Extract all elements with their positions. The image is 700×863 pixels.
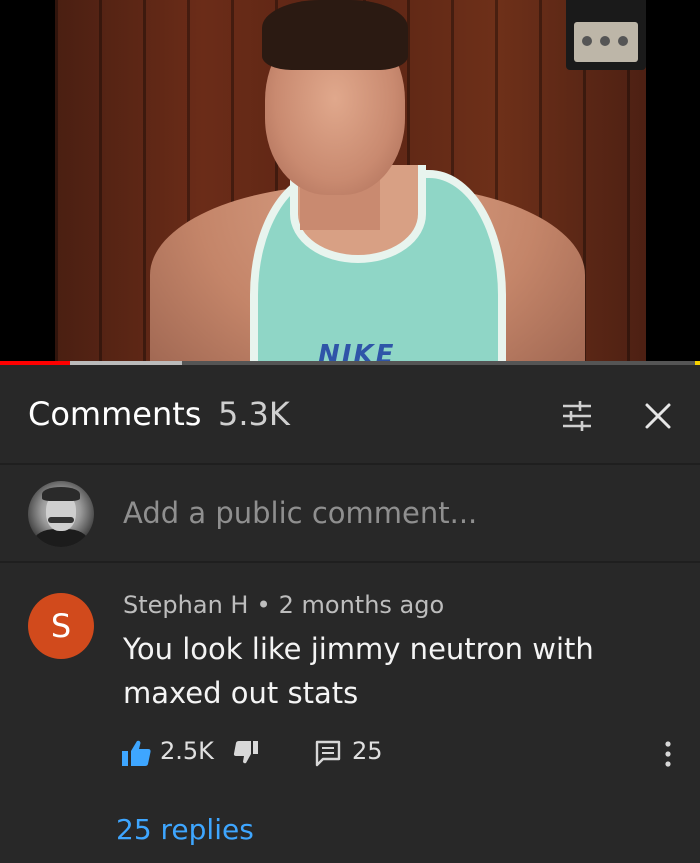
avatar-mustache — [48, 517, 74, 523]
comment-meta: Stephan H • 2 months ago — [123, 591, 444, 619]
thumbs-down-icon[interactable] — [232, 739, 260, 767]
reply-count: 25 — [352, 737, 383, 765]
video-frame-radio — [566, 0, 646, 70]
radio-knob — [618, 36, 628, 46]
comment-item: S Stephan H • 2 months ago You look like j… — [0, 563, 700, 863]
comment-time: 2 months ago — [278, 591, 445, 619]
comments-header: Comments 5.3K — [0, 365, 700, 465]
video-person-hair — [262, 0, 408, 70]
meta-separator: • — [256, 591, 271, 619]
like-count: 2.5K — [160, 737, 214, 765]
view-replies-link[interactable]: 25 replies — [116, 813, 254, 846]
close-icon[interactable] — [643, 401, 673, 431]
comments-count: 5.3K — [218, 395, 290, 433]
avatar-hair — [42, 487, 80, 501]
comments-title: Comments — [28, 395, 202, 433]
user-avatar[interactable] — [28, 481, 94, 547]
filter-sort-icon[interactable] — [560, 399, 594, 433]
add-comment-input[interactable] — [123, 496, 663, 530]
commenter-avatar[interactable]: S — [28, 593, 94, 659]
radio-face — [574, 22, 638, 62]
reply-icon[interactable] — [314, 739, 342, 767]
avatar-coat — [34, 529, 88, 547]
radio-knob — [582, 36, 592, 46]
comment-actions: 2.5K 25 — [120, 735, 680, 771]
video-player[interactable]: NIKE — [0, 0, 700, 363]
more-vert-icon[interactable] — [660, 739, 676, 769]
shirt-logo: NIKE — [318, 340, 396, 363]
thumbs-up-icon[interactable] — [120, 737, 152, 769]
comment-text: You look like jimmy neutron with maxed o… — [123, 632, 594, 710]
comment-author[interactable]: Stephan H — [123, 591, 248, 619]
add-comment-row — [0, 465, 700, 563]
radio-knob — [600, 36, 610, 46]
